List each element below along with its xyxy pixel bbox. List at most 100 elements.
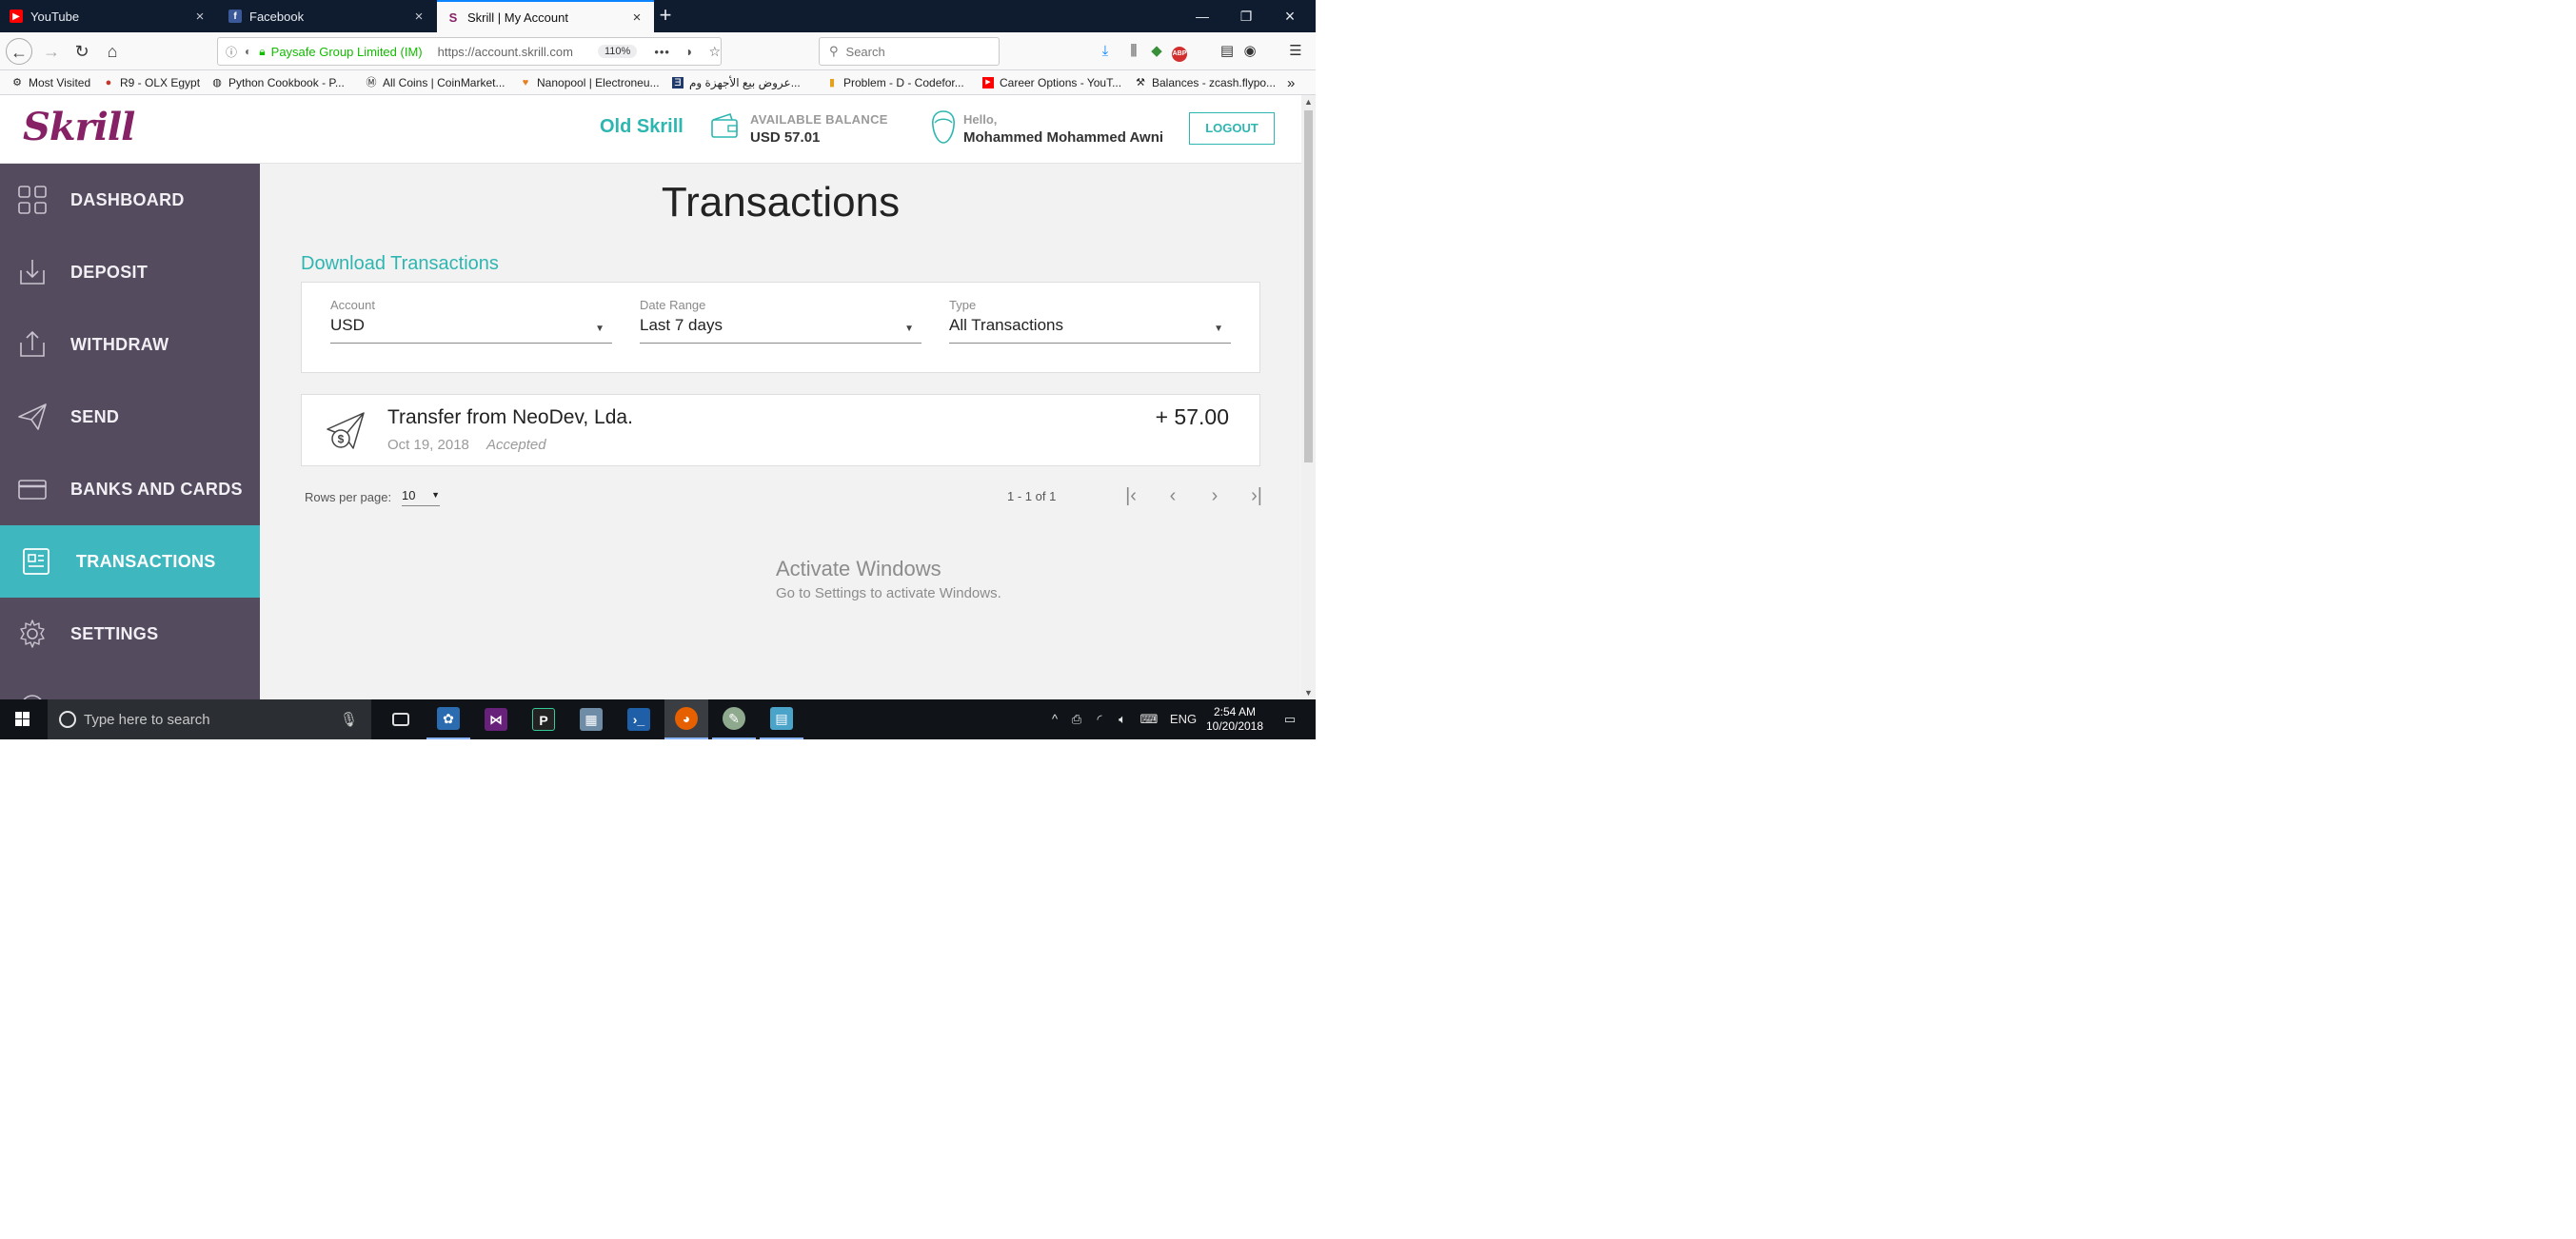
page-title: Transactions: [661, 179, 901, 226]
lock-icon[interactable]: 🔒︎: [259, 45, 265, 59]
system-clock[interactable]: 2:54 AM 10/20/2018: [1201, 705, 1268, 734]
close-icon[interactable]: ×: [629, 10, 644, 26]
date-range-filter[interactable]: Date Range Last 7 days ▼: [640, 298, 921, 344]
transaction-row[interactable]: $ Transfer from NeoDev, Lda. Oct 19, 201…: [301, 394, 1260, 466]
type-select[interactable]: All Transactions ▼: [949, 316, 1231, 344]
next-page-icon[interactable]: ›: [1201, 485, 1228, 508]
taskbar-firefox[interactable]: ◕: [664, 699, 708, 739]
zoom-level[interactable]: 110%: [597, 45, 638, 58]
bookmark-item[interactable]: ▶ Career Options - YouT...: [982, 70, 1127, 95]
taskbar-powershell[interactable]: ›_: [617, 699, 661, 739]
pocket-icon[interactable]: ◗: [685, 44, 693, 59]
page-actions-icon[interactable]: •••: [654, 45, 670, 59]
tab-youtube[interactable]: ▶ YouTube ×: [0, 0, 217, 32]
scroll-up-icon[interactable]: ▲: [1301, 95, 1316, 108]
taskbar-visual-studio[interactable]: ⋈: [474, 699, 518, 739]
taskbar-app-1[interactable]: ✿: [426, 699, 470, 739]
sidebar-item-send[interactable]: SEND: [0, 381, 260, 453]
tab-facebook[interactable]: f Facebook ×: [219, 0, 436, 32]
url-bar[interactable]: ⓘ ◐ 🔒︎ Paysafe Group Limited (IM) https:…: [217, 37, 722, 66]
url-text[interactable]: https://account.skrill.com: [438, 45, 579, 59]
account-select-value: USD: [330, 316, 365, 334]
avatar-icon[interactable]: [929, 108, 958, 147]
extension-icon[interactable]: ◆: [1146, 40, 1167, 63]
youtube-icon: ▶: [982, 77, 994, 88]
back-button[interactable]: ←: [6, 38, 32, 65]
account-select[interactable]: USD ▼: [330, 316, 612, 344]
taskbar-search-box[interactable]: Type here to search 🎙︎: [48, 699, 371, 739]
account-icon[interactable]: ◉: [1239, 40, 1260, 63]
bookmark-item[interactable]: ♥ Nanopool | Electroneu...: [520, 70, 663, 95]
restore-button[interactable]: ❐: [1224, 0, 1268, 32]
close-icon[interactable]: ×: [411, 9, 426, 25]
info-icon[interactable]: ⓘ: [226, 44, 237, 60]
first-page-icon[interactable]: |‹: [1118, 485, 1144, 508]
sidebar-item-more[interactable]: [0, 670, 260, 699]
task-view-button[interactable]: [379, 699, 423, 739]
taskbar-app-4[interactable]: ▦: [569, 699, 613, 739]
download-transactions-link[interactable]: Download Transactions: [301, 253, 499, 275]
adblock-icon[interactable]: ABP: [1169, 40, 1190, 63]
rows-per-page-select[interactable]: 10 ▼: [402, 488, 440, 506]
tab-skrill[interactable]: S Skrill | My Account ×: [437, 0, 654, 32]
forward-button[interactable]: →: [38, 38, 65, 65]
bookmark-item[interactable]: Ⓜ All Coins | CoinMarket...: [366, 70, 510, 95]
bookmark-item[interactable]: ◍ Python Cookbook - P...: [211, 70, 356, 95]
home-button[interactable]: ⌂: [99, 38, 126, 65]
tracking-shield-icon[interactable]: ◐: [245, 45, 251, 58]
volume-icon[interactable]: 🔈︎: [1112, 699, 1133, 739]
sidebar-item-banks-and-cards[interactable]: BANKS AND CARDS: [0, 453, 260, 525]
taskbar-pycharm[interactable]: P: [522, 699, 565, 739]
action-center-icon[interactable]: ▭: [1276, 699, 1304, 739]
tab-label: Facebook: [249, 9, 305, 24]
input-language[interactable]: ENG: [1167, 699, 1199, 739]
codeforces-icon: ▮: [828, 77, 836, 88]
old-skrill-link[interactable]: Old Skrill: [600, 116, 684, 138]
menu-icon[interactable]: ☰: [1285, 40, 1306, 63]
microphone-icon[interactable]: 🎙︎: [340, 711, 358, 728]
sidebar-label: SETTINGS: [70, 623, 159, 643]
show-hidden-icons-chevron-icon[interactable]: ^: [1045, 699, 1064, 739]
bookmark-item[interactable]: ● R9 - OLX Egypt: [103, 70, 208, 95]
close-window-button[interactable]: ×: [1268, 0, 1312, 32]
more-bookmarks-chevron-icon[interactable]: »: [1287, 70, 1306, 95]
last-page-icon[interactable]: ›|: [1243, 485, 1270, 508]
scroll-down-icon[interactable]: ▼: [1301, 686, 1316, 699]
bookmark-item[interactable]: ⚒ Balances - zcash.flypo...: [1135, 70, 1279, 95]
sidebar-item-deposit[interactable]: DEPOSIT: [0, 236, 260, 308]
sidebar-item-withdraw[interactable]: WITHDRAW: [0, 308, 260, 381]
wifi-icon[interactable]: ◜: [1089, 699, 1110, 739]
reload-button[interactable]: ↻: [69, 38, 95, 65]
new-tab-button[interactable]: +: [655, 0, 676, 32]
search-bar[interactable]: ⚲ Search: [819, 37, 1000, 66]
previous-page-icon[interactable]: ‹: [1159, 485, 1186, 508]
bookmark-item[interactable]: ⚙ Most Visited: [11, 70, 97, 95]
skrill-logo[interactable]: Skrill: [23, 105, 135, 149]
bookmark-item[interactable]: ▮ Problem - D - Codefor...: [826, 70, 969, 95]
scroll-thumb[interactable]: [1304, 110, 1313, 462]
sidebar-item-dashboard[interactable]: DASHBOARD: [0, 164, 260, 236]
date-range-select[interactable]: Last 7 days ▼: [640, 316, 921, 344]
keyboard-icon[interactable]: ⌨: [1137, 699, 1161, 739]
logout-button[interactable]: LOGOUT: [1189, 112, 1275, 145]
sidebar-item-transactions[interactable]: TRANSACTIONS: [0, 525, 260, 598]
close-icon[interactable]: ×: [192, 9, 208, 25]
site-identity[interactable]: Paysafe Group Limited (IM): [271, 45, 423, 59]
downloads-icon[interactable]: ⤓: [1095, 40, 1116, 63]
bookmarks-toolbar: ⚙ Most Visited ● R9 - OLX Egypt ◍ Python…: [0, 70, 1316, 95]
sidebar-icon[interactable]: ▤: [1217, 40, 1238, 63]
task-view-icon: [392, 713, 409, 726]
sidebar-item-settings[interactable]: SETTINGS: [0, 598, 260, 670]
pickaxe-icon: ⚒: [1136, 77, 1145, 88]
network-icon[interactable]: ⎙: [1066, 699, 1087, 739]
start-button[interactable]: [0, 699, 46, 739]
taskbar-app-7[interactable]: ✎: [712, 699, 756, 739]
type-filter[interactable]: Type All Transactions ▼: [949, 298, 1231, 344]
taskbar-app-8[interactable]: ▤: [760, 699, 803, 739]
bookmark-star-icon[interactable]: ☆: [708, 44, 721, 60]
account-filter[interactable]: Account USD ▼: [330, 298, 612, 344]
library-icon[interactable]: ⫼: [1123, 40, 1144, 63]
vertical-scrollbar[interactable]: ▲ ▼: [1301, 95, 1316, 699]
minimize-button[interactable]: —: [1180, 0, 1224, 32]
bookmark-item[interactable]: Ǝ عروض بيع الأجهزة وم...: [672, 70, 815, 95]
